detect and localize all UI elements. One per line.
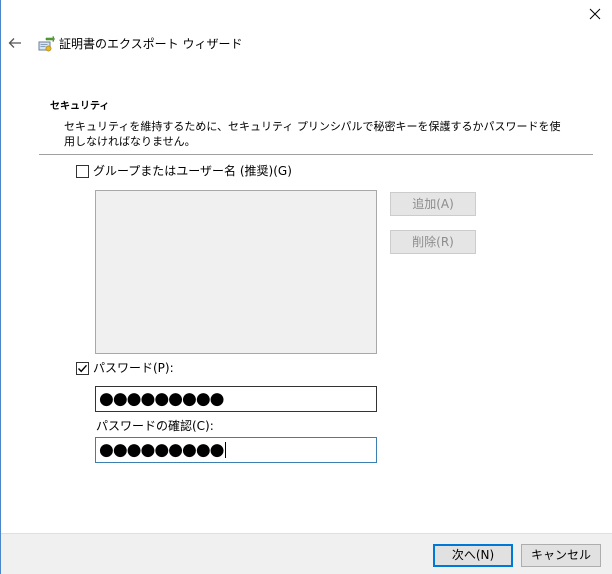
cancel-button[interactable]: キャンセル	[521, 544, 601, 567]
confirm-password-input[interactable]: ●●●●●●●●●	[95, 437, 377, 463]
certificate-wizard-icon	[38, 35, 55, 52]
password-option[interactable]: パスワード(P):	[76, 360, 174, 376]
section-title: セキュリティ	[50, 101, 110, 112]
back-arrow-icon	[8, 38, 21, 48]
text-caret	[224, 442, 226, 458]
wizard-title: 証明書のエクスポート ウィザード	[59, 37, 243, 51]
group-or-user-option[interactable]: グループまたはユーザー名 (推奨)(G)	[76, 163, 292, 179]
password-value: ●●●●●●●●●	[99, 389, 225, 409]
password-label: パスワード(P):	[93, 361, 174, 375]
checkmark-icon	[77, 364, 88, 372]
password-input[interactable]: ●●●●●●●●●	[95, 386, 377, 412]
confirm-password-label: パスワードの確認(C):	[96, 419, 214, 433]
group-user-list	[95, 190, 377, 354]
password-checkbox[interactable]	[76, 361, 89, 375]
close-icon	[589, 8, 601, 20]
divider	[39, 154, 593, 155]
remove-button: 削除(R)	[390, 230, 476, 254]
confirm-password-value: ●●●●●●●●●	[99, 440, 225, 460]
section-description: セキュリティを維持するために、セキュリティ プリンシパルで秘密キーを保護するかパ…	[64, 120, 561, 148]
window-edge	[0, 0, 1, 574]
add-button: 追加(A)	[390, 192, 476, 216]
next-button[interactable]: 次へ(N)	[433, 544, 513, 567]
group-or-user-label: グループまたはユーザー名 (推奨)(G)	[93, 164, 292, 178]
group-or-user-checkbox[interactable]	[76, 164, 89, 178]
back-button[interactable]	[4, 32, 26, 54]
close-button[interactable]	[578, 0, 612, 28]
